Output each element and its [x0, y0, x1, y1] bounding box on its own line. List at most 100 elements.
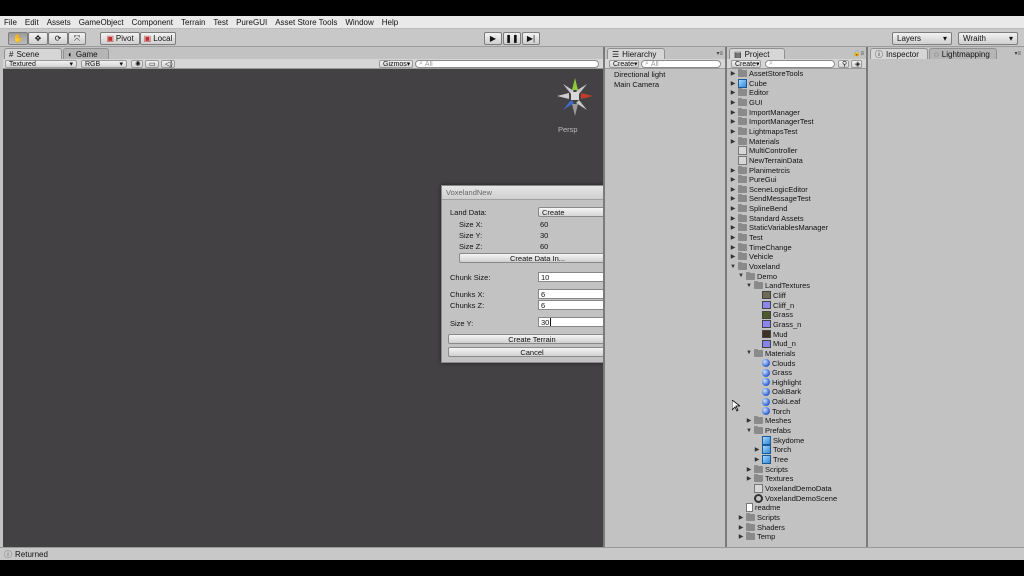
project-item[interactable]: ▶ TimeChange — [730, 242, 792, 252]
project-item[interactable]: ▶ Scripts — [746, 464, 788, 474]
collapse-arrow-icon[interactable]: ▼ — [730, 264, 736, 270]
scene-search-input[interactable]: ⌕ All — [415, 60, 599, 68]
project-item[interactable]: ▶ Shaders — [738, 522, 785, 532]
project-item[interactable]: readme — [738, 503, 780, 513]
project-item[interactable]: OakBark — [754, 387, 801, 396]
project-item[interactable]: ▶ GUI — [730, 97, 762, 107]
project-search-input[interactable]: ⌕ — [765, 60, 835, 68]
expand-arrow-icon[interactable]: ▶ — [730, 176, 736, 183]
expand-arrow-icon[interactable]: ▶ — [730, 224, 736, 231]
project-item[interactable]: ▶ Editor — [730, 88, 769, 97]
tab-hierarchy[interactable]: ☰ Hierarchy — [607, 48, 665, 59]
collapse-arrow-icon[interactable]: ▼ — [746, 283, 752, 289]
expand-arrow-icon[interactable]: ▶ — [746, 475, 752, 482]
scene-fx-toggle[interactable]: ▭ — [145, 60, 159, 68]
collapse-arrow-icon[interactable]: ▼ — [746, 428, 752, 434]
persp-label[interactable]: Persp — [558, 125, 578, 134]
project-item[interactable]: ▶ Tree — [754, 455, 788, 464]
project-item[interactable]: Grass — [754, 310, 793, 319]
panel-divider[interactable] — [866, 47, 868, 547]
project-item[interactable]: Grass — [754, 368, 792, 377]
project-item[interactable]: ▶ Test — [730, 233, 763, 242]
create-data-in-button[interactable]: Create Data In... — [459, 253, 616, 263]
expand-arrow-icon[interactable]: ▶ — [730, 167, 736, 174]
expand-arrow-icon[interactable]: ▶ — [730, 253, 736, 260]
tab-inspector[interactable]: ⓘ Inspector — [870, 48, 928, 59]
expand-arrow-icon[interactable]: ▶ — [730, 70, 736, 77]
expand-arrow-icon[interactable]: ▶ — [730, 99, 736, 106]
project-item[interactable]: ▶ Temp — [738, 532, 775, 541]
project-item[interactable]: Torch — [754, 407, 790, 416]
project-item[interactable]: MultiController — [730, 146, 797, 156]
project-item[interactable]: ▶ ImportManager — [730, 107, 800, 117]
project-item[interactable]: VoxelandDemoData — [746, 483, 832, 493]
menu-item-assets[interactable]: Assets — [43, 18, 75, 27]
panel-divider[interactable] — [603, 47, 605, 547]
panel-divider[interactable] — [725, 47, 727, 547]
project-item[interactable]: ▶ Standard Assets — [730, 213, 804, 223]
hand-tool-button[interactable]: ✋ — [8, 32, 28, 45]
expand-arrow-icon[interactable]: ▶ — [754, 446, 760, 453]
project-item[interactable]: ▶ PureGui — [730, 175, 777, 184]
render-mode-dropdown[interactable]: Textured ▾ — [5, 60, 77, 68]
project-item[interactable]: ▶ Cube — [730, 78, 767, 88]
tab-game[interactable]: ◐ Game — [63, 48, 109, 59]
project-item[interactable]: Grass_n — [754, 320, 801, 329]
project-item[interactable]: Cliff — [754, 291, 786, 300]
audio-toggle[interactable]: ◁) — [161, 60, 175, 68]
tab-project[interactable]: ▤ Project — [729, 48, 785, 59]
project-item[interactable]: Skydome — [754, 435, 804, 445]
hierarchy-search-input[interactable]: ⌕ All — [641, 60, 721, 68]
project-item[interactable]: ▶ Scripts — [738, 512, 780, 522]
filter-by-type-button[interactable]: ⚲ — [838, 60, 849, 68]
project-item[interactable]: ▶ Meshes — [746, 416, 791, 425]
layout-dropdown[interactable]: Wraith ▾ — [958, 32, 1018, 45]
expand-arrow-icon[interactable]: ▶ — [730, 205, 736, 212]
menu-item-test[interactable]: Test — [209, 18, 232, 27]
expand-arrow-icon[interactable]: ▶ — [730, 195, 736, 202]
create-terrain-button[interactable]: Create Terrain — [448, 334, 616, 344]
layers-dropdown[interactable]: Layers ▾ — [892, 32, 952, 45]
project-item[interactable]: ▶ Materials — [730, 136, 779, 146]
expand-arrow-icon[interactable]: ▶ — [730, 109, 736, 116]
menu-item-help[interactable]: Help — [378, 18, 402, 27]
panel-menu-icon[interactable]: ▾≡ — [1014, 50, 1021, 57]
expand-arrow-icon[interactable]: ▶ — [738, 514, 744, 521]
cancel-button[interactable]: Cancel — [448, 347, 616, 357]
expand-arrow-icon[interactable]: ▶ — [730, 234, 736, 241]
project-item[interactable]: ▼ Prefabs — [746, 426, 791, 435]
menu-item-terrain[interactable]: Terrain — [177, 18, 209, 27]
tab-scene[interactable]: # Scene — [4, 48, 62, 59]
project-item[interactable]: Highlight — [754, 378, 801, 387]
project-item[interactable]: Cliff_n — [754, 301, 794, 310]
project-item[interactable]: VoxelandDemoScene — [746, 493, 837, 503]
project-item[interactable]: Clouds — [754, 359, 795, 368]
project-item[interactable]: ▶ Vehicle — [730, 252, 773, 261]
menu-item-asset-store-tools[interactable]: Asset Store Tools — [271, 18, 341, 27]
menu-item-puregui[interactable]: PureGUI — [232, 18, 271, 27]
expand-arrow-icon[interactable]: ▶ — [730, 186, 736, 193]
menu-item-component[interactable]: Component — [128, 18, 177, 27]
project-item[interactable]: ▼ Voxeland — [730, 262, 780, 271]
orientation-gizmo-icon[interactable] — [555, 76, 595, 118]
menu-item-edit[interactable]: Edit — [21, 18, 43, 27]
expand-arrow-icon[interactable]: ▶ — [730, 244, 736, 251]
move-tool-button[interactable]: ✥ — [28, 32, 48, 45]
project-item[interactable]: OakLeaf — [754, 397, 800, 406]
project-item[interactable]: ▼ Demo — [738, 271, 777, 281]
rotate-tool-button[interactable]: ⟳ — [48, 32, 68, 45]
hierarchy-create-dropdown[interactable]: Create ▾ — [609, 60, 639, 68]
expand-arrow-icon[interactable]: ▶ — [754, 456, 760, 463]
project-item[interactable]: ▶ SceneLogicEditor — [730, 184, 808, 194]
expand-arrow-icon[interactable]: ▶ — [730, 118, 736, 125]
project-item[interactable]: ▶ SendMessageTest — [730, 194, 811, 203]
tab-lightmapping[interactable]: ◌ Lightmapping — [929, 48, 997, 59]
scale-tool-button[interactable]: ⤧ — [68, 32, 86, 45]
step-button[interactable]: ▶| — [522, 32, 540, 45]
local-toggle-button[interactable]: ▣ Local — [140, 32, 176, 45]
project-item[interactable]: Mud — [754, 330, 788, 339]
project-item[interactable]: ▶ LightmapsTest — [730, 126, 797, 136]
project-item[interactable]: ▶ ImportManagerTest — [730, 117, 814, 126]
expand-arrow-icon[interactable]: ▶ — [730, 89, 736, 96]
menu-item-window[interactable]: Window — [341, 18, 377, 27]
